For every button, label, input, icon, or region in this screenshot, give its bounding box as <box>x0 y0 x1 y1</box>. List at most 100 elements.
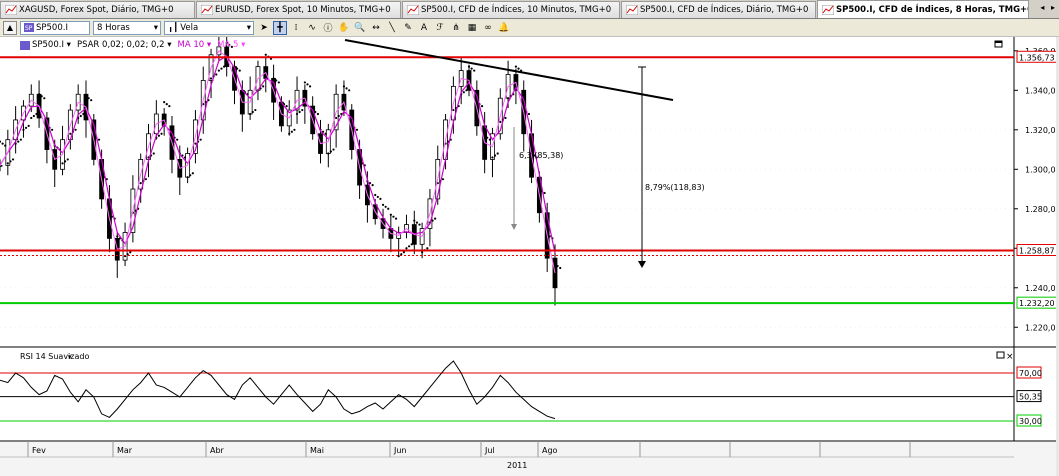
psar-dot <box>470 67 473 70</box>
psar-dot <box>84 95 88 98</box>
psar-dot <box>543 191 546 195</box>
time-axis[interactable] <box>0 442 1059 476</box>
symbol-value: SP500.I <box>36 22 68 33</box>
psar-dot <box>506 97 510 100</box>
rsi-panel[interactable] <box>0 348 1014 441</box>
line-icon[interactable]: ╲ <box>385 21 399 35</box>
pitchfork-icon[interactable]: ⋔ <box>449 21 463 35</box>
psar-dot <box>272 77 275 80</box>
psar-dot <box>400 253 403 256</box>
legend-ma10[interactable]: MA 10 ▾ <box>178 40 212 50</box>
psar-dot <box>51 128 54 131</box>
price-axis-ticks: 1.360,001.340,001.320,001.300,001.280,00… <box>1014 47 1059 332</box>
psar-dot <box>199 138 202 141</box>
psar-dot <box>517 67 520 70</box>
price-tick-label: 1.240,00 <box>1025 284 1059 293</box>
rsi-level-label: 50,35 <box>1019 393 1042 402</box>
psar-dot <box>332 148 335 151</box>
psar-dot <box>183 156 187 159</box>
price-level-label: 1.356,73 <box>1019 53 1055 62</box>
psar-dot <box>285 105 288 108</box>
bell-icon[interactable]: 🔔 <box>497 21 511 35</box>
psar-dot <box>139 182 142 185</box>
psar-dot <box>514 65 518 68</box>
psar-dot <box>32 114 35 118</box>
legend-ma5[interactable]: MA 5 ▾ <box>217 40 245 50</box>
psar-dot <box>491 156 494 159</box>
candle-body <box>0 164 3 167</box>
tab-bar: XAGUSD, Forex Spot, Diário, TMG+0 EURUSD… <box>0 0 1059 19</box>
text-icon[interactable]: A <box>417 21 431 35</box>
tab-eurusd-10min[interactable]: EURUSD, Forex Spot, 10 Minutos, TMG+0 <box>196 1 401 18</box>
psar-dot <box>475 101 478 104</box>
psar-dot <box>480 105 484 108</box>
chart-type-select[interactable]: ╻┃ Vela ▾ <box>164 20 254 35</box>
psar-dot <box>254 108 257 112</box>
close-icon[interactable]: × <box>1006 352 1014 362</box>
psar-dot <box>144 178 148 181</box>
psar-dot <box>337 114 340 118</box>
psar-dot <box>209 77 213 80</box>
month-label: Jul <box>484 446 495 455</box>
cursor-icon[interactable]: ➤ <box>257 21 271 35</box>
timeframe-select[interactable]: 8 Horas ▾ <box>93 20 161 35</box>
candle-icon: ╻┃ <box>168 22 179 33</box>
collapse-icon[interactable]: ▲ <box>3 20 17 35</box>
legend-symbol[interactable]: SP500.I ▾ <box>32 40 71 50</box>
ruler-icon[interactable]: ↔ <box>369 21 383 35</box>
psar-dot <box>168 105 171 108</box>
symbol-field[interactable]: SP SP500.I <box>20 20 90 35</box>
tab-xagusd-daily[interactable]: XAGUSD, Forex Spot, Diário, TMG+0 <box>0 1 195 18</box>
grid-icon[interactable]: ▦ <box>465 21 479 35</box>
crosshair-icon[interactable]: ╋ <box>273 20 287 35</box>
psar-dot <box>335 116 338 120</box>
tab-scroll-icon[interactable]: ◂ ▸ <box>1040 3 1057 12</box>
zoom-icon[interactable]: 🔍 <box>353 21 367 35</box>
indicator-icon[interactable]: ∿ <box>305 21 319 35</box>
tab-sp500-8hours[interactable]: SP500.I, CFD de Índices, 8 Horas, TMG+0 … <box>817 0 1029 18</box>
psar-dot <box>407 245 411 248</box>
info-icon[interactable]: ⓘ <box>321 21 335 35</box>
month-label: Mai <box>310 446 324 455</box>
psar-dot <box>329 150 333 153</box>
psar-dot <box>392 215 395 218</box>
fibonacci-icon[interactable]: ℱ <box>433 21 447 35</box>
hand-icon[interactable]: ✋ <box>337 21 351 35</box>
psar-dot <box>11 158 15 161</box>
psar-dot <box>264 53 267 56</box>
price-tick-label: 1.280,00 <box>1025 205 1059 214</box>
drop-big-label: 8,79%(118,83) <box>645 183 705 192</box>
psar-dot <box>327 152 330 155</box>
psar-dot <box>82 112 85 116</box>
legend-psar[interactable]: PSAR 0,02; 0,02; 0,2 ▾ <box>77 40 172 50</box>
psar-dot <box>79 114 82 118</box>
tab-sp500-daily[interactable]: SP500.I, CFD de Índices, Diário, TMG+0 <box>621 1 816 18</box>
rsi-label[interactable]: RSI 14 Suavizado <box>20 352 89 361</box>
psar-dot <box>394 217 398 220</box>
chart-type-value: Vela <box>180 22 199 33</box>
psar-dot <box>379 197 382 201</box>
chevron-down-icon[interactable]: ▾ <box>68 353 72 361</box>
psar-dot <box>548 235 551 238</box>
psar-dot <box>405 247 408 250</box>
chart-area[interactable]: 1.360,001.340,001.320,001.300,001.280,00… <box>0 33 1059 476</box>
psar-dot <box>30 116 33 120</box>
chart-canvas[interactable]: 1.360,001.340,001.320,001.300,001.280,00… <box>0 33 1059 476</box>
tab-sp500-10min[interactable]: SP500.I, CFD de Índices, 10 Minutos, TMG… <box>402 1 620 18</box>
psar-dot <box>262 85 265 88</box>
link-icon[interactable]: ∞ <box>481 21 495 35</box>
psar-dot <box>69 132 72 135</box>
psar-dot <box>66 158 69 161</box>
grid-dots-icon[interactable]: ⁞ <box>289 21 303 35</box>
psar-dot <box>275 79 278 82</box>
psar-dot <box>355 128 359 131</box>
psar-dot <box>559 266 562 270</box>
psar-dot <box>9 160 12 163</box>
legend-ma10-text: MA 10 <box>177 40 205 50</box>
pencil-icon[interactable]: ✎ <box>401 21 415 35</box>
price-level-label: 1.232,20 <box>1019 299 1055 308</box>
psar-dot <box>348 89 351 92</box>
psar-dot <box>236 67 239 70</box>
psar-dot <box>90 99 93 102</box>
psar-dot <box>418 223 421 226</box>
